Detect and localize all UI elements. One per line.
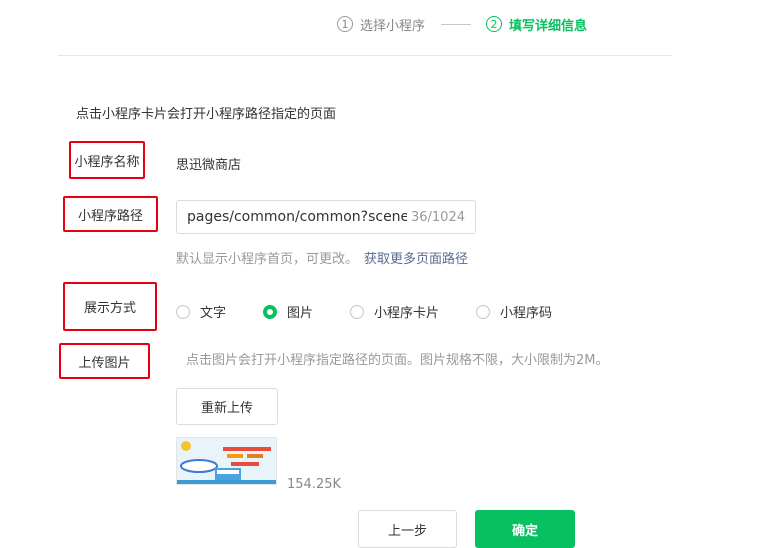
radio-label: 图片: [287, 306, 314, 321]
label-path-highlight: 小程序路径: [63, 196, 158, 232]
form-hint: 点击小程序卡片会打开小程序路径指定的页面: [76, 107, 337, 122]
radio-text[interactable]: 文字: [176, 302, 263, 321]
label-name-highlight: 小程序名称: [69, 141, 145, 179]
radio-label: 小程序卡片: [374, 306, 440, 321]
label-upload-highlight: 上传图片: [59, 343, 150, 379]
step-number-1: 1: [337, 16, 353, 32]
confirm-button[interactable]: 确定: [475, 510, 575, 548]
path-input[interactable]: [187, 209, 407, 225]
step-connector: [441, 24, 471, 25]
step-label-2: 填写详细信息: [509, 18, 588, 34]
step-label-1: 选择小程序: [360, 18, 426, 34]
radio-label: 小程序码: [500, 306, 553, 321]
upload-hint: 点击图片会打开小程序指定路径的页面。图片规格不限，大小限制为2M。: [186, 353, 609, 368]
path-default-hint: 默认显示小程序首页，可更改。: [176, 252, 359, 267]
miniprogram-name-value: 思迅微商店: [176, 158, 242, 173]
label-display-highlight: 展示方式: [63, 282, 157, 331]
more-paths-link[interactable]: 获取更多页面路径: [364, 252, 468, 267]
radio-image[interactable]: 图片: [263, 302, 350, 321]
step-select-miniprogram: 1 选择小程序: [337, 13, 425, 35]
label-display-mode: 展示方式: [83, 301, 136, 316]
uploaded-image-thumbnail[interactable]: [176, 437, 277, 485]
label-miniprogram-path: 小程序路径: [77, 208, 143, 224]
radio-miniprogram-code[interactable]: 小程序码: [476, 302, 589, 321]
label-miniprogram-name: 小程序名称: [74, 154, 140, 170]
path-sub-hint: 默认显示小程序首页，可更改。 获取更多页面路径: [176, 248, 468, 267]
previous-step-button[interactable]: 上一步: [358, 510, 457, 548]
path-char-counter: 36/1024: [410, 209, 465, 225]
reupload-button[interactable]: 重新上传: [176, 388, 278, 425]
radio-circle[interactable]: [350, 304, 365, 319]
radio-circle-checked[interactable]: [263, 304, 278, 319]
step-fill-details: 2 填写详细信息: [486, 13, 587, 35]
file-size: 154.25K: [287, 477, 342, 492]
radio-label: 文字: [200, 306, 227, 321]
step-number-2: 2: [486, 16, 502, 32]
product-image: [177, 438, 276, 484]
label-upload-image: 上传图片: [78, 355, 131, 371]
radio-circle[interactable]: [476, 304, 491, 319]
radio-circle[interactable]: [176, 304, 190, 319]
header-divider: [58, 55, 672, 56]
path-input-container[interactable]: 36/1024: [176, 200, 476, 234]
radio-miniprogram-card[interactable]: 小程序卡片: [350, 302, 476, 321]
display-mode-radios: 文字 图片 小程序卡片 小程序码: [176, 302, 589, 321]
